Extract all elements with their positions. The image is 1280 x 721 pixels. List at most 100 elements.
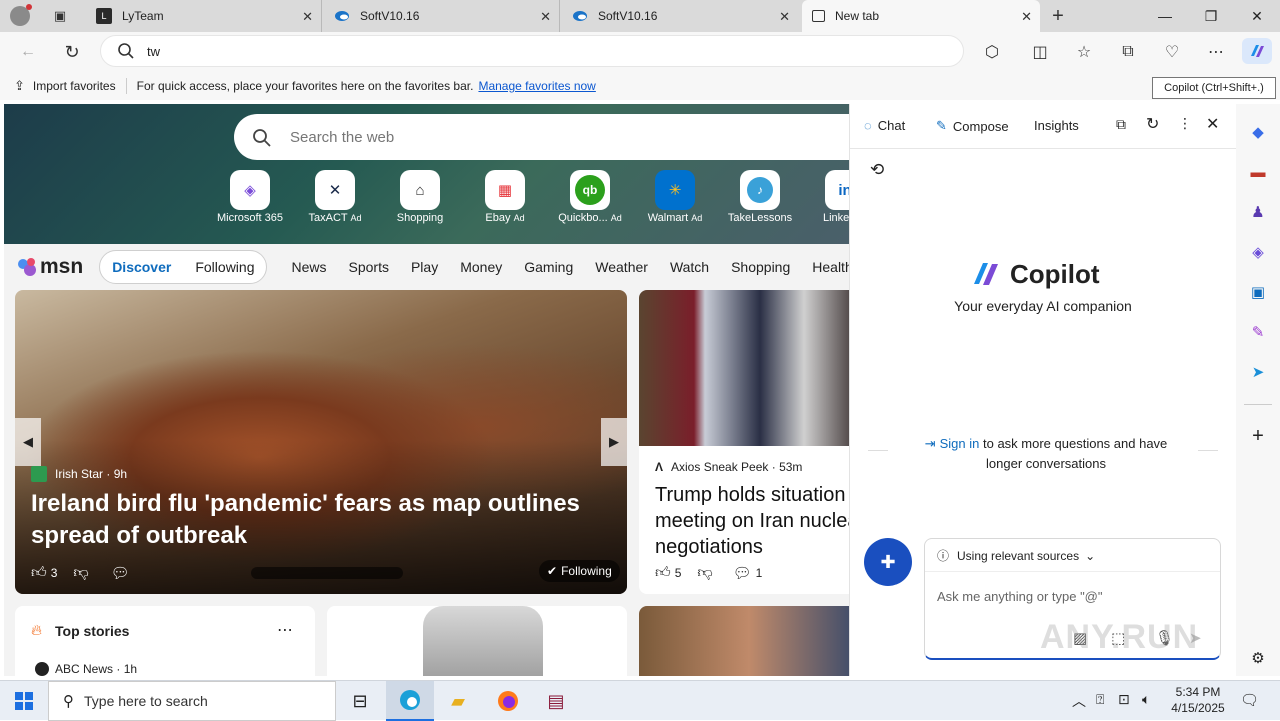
comment-icon[interactable]: 💬︎ [733,564,752,582]
drop-icon[interactable]: ➤ [1246,360,1270,384]
carousel-next-button[interactable]: ▶ [601,418,627,466]
profile-avatar[interactable] [10,4,32,26]
split-screen-icon[interactable]: ◫ [1024,36,1056,68]
nav-sports[interactable]: Sports [349,259,389,275]
quicklink-shopping[interactable]: ⌂ Shopping [380,170,460,224]
refresh-icon[interactable]: ↻ [56,36,88,68]
sources-selector[interactable]: ⓘ Using relevant sources ⌄ [937,547,1095,564]
msn-logo-icon[interactable]: msn [16,255,83,279]
edge-taskbar-icon[interactable] [386,681,434,721]
open-in-new-tab-icon[interactable]: ⧉ [1116,116,1126,133]
import-favorites-icon[interactable]: ⇪ [14,78,25,94]
notifications-icon[interactable]: 🗨︎ [1240,691,1259,709]
quicklink-quickbooks[interactable]: qb Quickbo... Ad [550,170,630,224]
taskbar-search-placeholder[interactable]: Type here to search [84,693,208,709]
quicklink-microsoft365[interactable]: ◈ Microsoft 365 [210,170,290,224]
manage-favorites-link[interactable]: Manage favorites now [478,79,595,93]
tab-softv-1[interactable]: SoftV10.16 ✕ [324,0,560,32]
tab-softv-2[interactable]: SoftV10.16 ✕ [562,0,798,32]
extensions-icon[interactable]: ⬡ [976,36,1008,68]
side-news-card[interactable]: Λ Axios Sneak Peek · 53m Trump holds sit… [639,290,849,594]
copilot-tab-insights[interactable]: Insights [1034,118,1079,133]
tab-lyteam[interactable]: L LyTeam ✕ [86,0,322,32]
back-arrow-icon[interactable]: ← [12,36,44,68]
toolbox-icon[interactable]: ▬ [1246,160,1270,184]
show-hidden-icons-icon[interactable]: ︿ [1072,691,1086,711]
more-menu-icon[interactable]: ⋯ [1200,36,1232,68]
browser-essentials-icon[interactable]: ♡ [1156,36,1188,68]
add-sidebar-app-icon[interactable]: + [1246,424,1270,448]
games-icon[interactable]: ♟ [1246,200,1270,224]
minimize-window-icon[interactable]: — [1142,0,1188,32]
copilot-toolbar-button[interactable] [1242,38,1272,64]
refresh-icon[interactable]: ↻ [1146,114,1159,134]
web-search-box[interactable]: Search the web [234,114,849,160]
address-input-value[interactable]: tw [147,44,160,59]
carousel-prev-button[interactable]: ◀ [15,418,41,466]
quicklink-ebay[interactable]: ▦ Ebay Ad [465,170,545,224]
outlook-icon[interactable]: ▣ [1246,280,1270,304]
quicklink-linkedin[interactable]: in Linke [805,170,849,224]
like-icon[interactable]: 👍︎ [655,564,671,582]
nav-gaming[interactable]: Gaming [524,259,573,275]
volume-icon[interactable]: 🔈︎ [1142,691,1150,708]
close-icon[interactable]: ✕ [1206,114,1219,134]
favorites-star-icon[interactable]: ☆ [1068,36,1100,68]
import-favorites-button[interactable]: Import favorites [33,79,116,93]
microsoft365-icon[interactable]: ◈ [1246,240,1270,264]
nav-watch[interactable]: Watch [670,259,709,275]
hero-headline[interactable]: Ireland bird flu 'pandemic' fears as map… [31,488,591,552]
nav-weather[interactable]: Weather [595,259,648,275]
new-tab-plus-icon[interactable]: + [1042,0,1074,32]
sidebar-settings-icon[interactable]: ⚙ [1246,646,1270,670]
device-icon[interactable]: ⍰ [1096,691,1104,708]
designer-icon[interactable]: ✎ [1246,320,1270,344]
quicklink-taxact[interactable]: ✕ TaxACT Ad [295,170,375,224]
portrait-card[interactable] [639,606,849,676]
address-bar[interactable]: tw [100,35,964,67]
nav-play[interactable]: Play [411,259,438,275]
close-tab-icon[interactable]: ✕ [779,9,790,25]
signin-link[interactable]: Sign in [940,436,980,451]
tab-new-tab[interactable]: New tab ✕ [802,0,1040,32]
carousel-dots[interactable] [251,567,403,579]
firefox-icon[interactable] [484,681,532,721]
nav-health[interactable]: Health [812,259,849,275]
winrar-icon[interactable]: ▤ [532,681,580,721]
tag-icon[interactable]: ◆ [1246,120,1270,144]
close-tab-icon[interactable]: ✕ [540,9,551,25]
dislike-icon[interactable]: 👎︎ [697,564,712,582]
web-search-placeholder[interactable]: Search the web [290,129,394,146]
network-icon[interactable]: ⊡ [1118,691,1130,708]
nav-news[interactable]: News [291,259,326,275]
more-options-icon[interactable]: ⋯ [277,620,293,640]
following-badge[interactable]: ✔ Following [539,560,620,582]
more-options-icon[interactable]: ⋮ [1178,115,1192,132]
quicklink-takelessons[interactable]: ♪ TakeLessons [720,170,800,224]
quicklink-walmart[interactable]: ✳ Walmart Ad [635,170,715,224]
clock[interactable]: 5:34 PM 4/15/2025 [1160,684,1236,716]
hero-news-card[interactable]: ◀ ▶ Irish Star · 9h Ireland bird flu 'pa… [15,290,627,594]
following-tab[interactable]: Following [195,259,254,275]
close-window-icon[interactable]: ✕ [1234,0,1280,32]
tab-actions-icon[interactable]: ▣ [44,0,76,32]
close-tab-icon[interactable]: ✕ [1021,9,1032,25]
collections-icon[interactable]: ⧉ [1112,36,1144,68]
nav-money[interactable]: Money [460,259,502,275]
handbag-card[interactable] [327,606,627,676]
file-explorer-icon[interactable]: ▰ [434,681,482,721]
windows-start-icon[interactable] [0,681,48,721]
close-tab-icon[interactable]: ✕ [302,9,313,25]
restore-window-icon[interactable]: ❐ [1188,0,1234,32]
dislike-icon[interactable]: 👎︎ [73,564,88,582]
comment-icon[interactable]: 💬︎ [111,564,130,582]
nav-shopping[interactable]: Shopping [731,259,790,275]
discover-tab[interactable]: Discover [112,259,171,275]
copilot-tab-compose[interactable]: ✎ Compose [936,118,1009,134]
taskbar-search-box[interactable]: ⚲ Type here to search [48,681,336,721]
side-headline[interactable]: Trump holds situation meeting on Iran nu… [655,482,849,560]
chat-input-placeholder[interactable]: Ask me anything or type "@" [937,589,1103,604]
like-icon[interactable]: 👍︎ [31,564,47,582]
new-topic-button[interactable]: ✚ [864,538,912,586]
history-icon[interactable]: ⟲ [870,160,884,180]
